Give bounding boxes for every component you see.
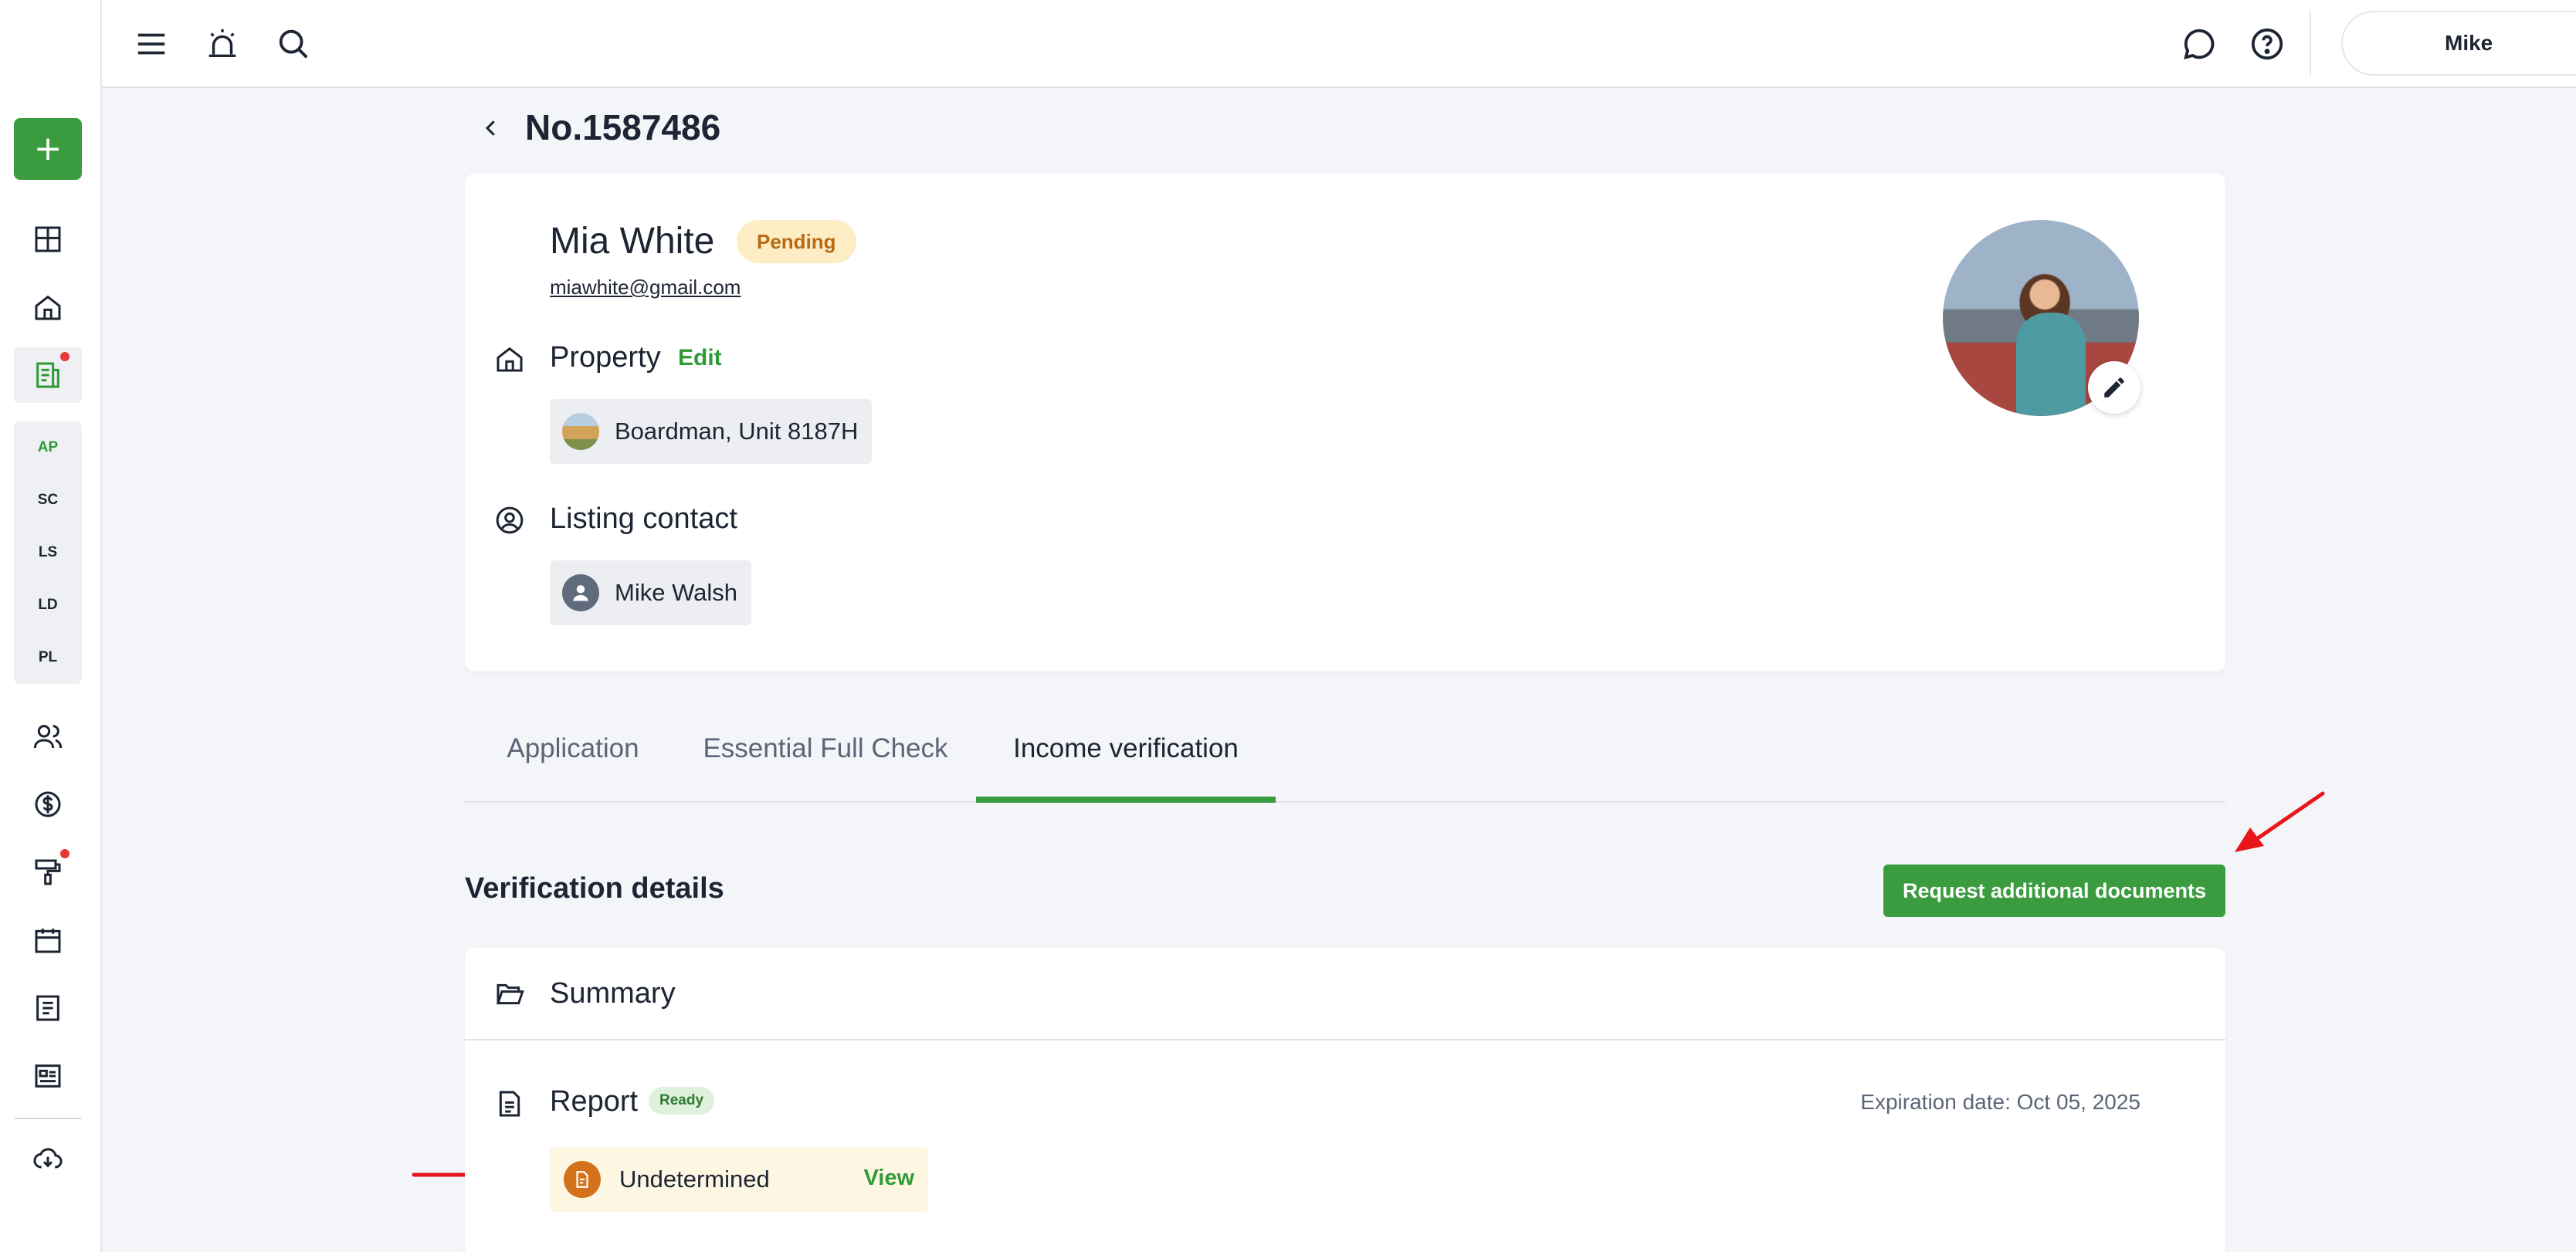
listing-contact-chip[interactable]: Mike Walsh <box>550 560 752 625</box>
tab-income-verification[interactable]: Income verification <box>976 733 1276 803</box>
help-icon <box>2251 28 2283 60</box>
sidebar-code-ld[interactable]: LD <box>14 579 82 631</box>
report-icon <box>493 1087 527 1121</box>
home-icon <box>35 295 61 320</box>
report-status-badge: Ready <box>649 1087 715 1115</box>
sidebar-item-listings[interactable] <box>14 1048 82 1104</box>
sidebar-code-sc[interactable]: SC <box>14 474 82 526</box>
property-heading: Property <box>550 341 661 374</box>
messages-button[interactable] <box>2176 21 2222 67</box>
hamburger-icon <box>137 33 165 55</box>
verification-details-title: Verification details <box>465 872 724 905</box>
tab-application[interactable]: Application <box>496 733 650 803</box>
page-title: No.1587486 <box>525 107 721 147</box>
dashboard-icon <box>35 226 61 252</box>
sidebar-item-home[interactable] <box>14 279 82 335</box>
person-icon <box>562 574 599 611</box>
sidebar: + AP SC LS LD PL <box>0 0 102 1252</box>
property-chip[interactable]: Boardman, Unit 8187H <box>550 399 873 464</box>
people-icon <box>33 725 63 749</box>
summary-card: Summary Report Ready Expiration date: Oc… <box>465 948 2225 1252</box>
property-thumbnail <box>562 413 599 450</box>
user-circle-icon <box>493 503 527 537</box>
tab-essential-full-check[interactable]: Essential Full Check <box>698 733 953 803</box>
status-badge: Pending <box>737 220 856 263</box>
user-menu[interactable]: Mike <box>2341 11 2576 76</box>
topbar: Mike <box>102 0 2576 88</box>
sidebar-item-people[interactable] <box>14 709 82 764</box>
search-button[interactable] <box>270 21 317 67</box>
sidebar-code-pl[interactable]: PL <box>14 631 82 684</box>
sidebar-item-dashboard[interactable] <box>14 211 82 267</box>
summary-title: Summary <box>550 977 676 1010</box>
add-button[interactable]: + <box>14 118 82 180</box>
document-icon <box>36 995 59 1021</box>
home-icon <box>493 342 527 376</box>
listing-contact-heading: Listing contact <box>550 502 737 535</box>
applicant-name: Mia White <box>550 221 715 262</box>
back-button[interactable] <box>474 111 508 145</box>
property-label: Boardman, Unit 8187H <box>615 418 859 445</box>
sidebar-item-applications[interactable] <box>14 347 82 403</box>
dollar-icon <box>35 791 61 817</box>
tab-bar: Application Essential Full Check Income … <box>465 710 2225 803</box>
sidebar-item-download[interactable] <box>14 1132 82 1187</box>
applicant-card: Mia White Pending miawhite@gmail.com Pro… <box>465 174 2225 672</box>
paint-roller-icon <box>35 859 61 885</box>
sidebar-code-ap[interactable]: AP <box>14 421 82 474</box>
siren-icon <box>208 29 236 58</box>
view-report-link[interactable]: View <box>863 1166 914 1191</box>
listing-card-icon <box>35 1064 61 1088</box>
edit-property-link[interactable]: Edit <box>678 345 722 371</box>
report-result-chip: Undetermined View <box>550 1147 928 1212</box>
request-documents-button[interactable]: Request additional documents <box>1883 865 2225 917</box>
user-name: Mike <box>2445 31 2493 55</box>
chevron-left-icon <box>485 120 495 136</box>
report-title: Report <box>550 1085 639 1118</box>
sidebar-item-documents[interactable] <box>14 980 82 1036</box>
summary-header: Summary <box>465 948 2225 1041</box>
help-button[interactable] <box>2244 21 2290 67</box>
sidebar-item-payments[interactable] <box>14 777 82 832</box>
applications-icon <box>36 362 59 388</box>
report-result-label: Undetermined <box>619 1166 770 1193</box>
annotation-arrow-icon <box>2235 791 2325 852</box>
sidebar-code-ls[interactable]: LS <box>14 526 82 579</box>
search-icon <box>279 29 308 59</box>
listing-contact-label: Mike Walsh <box>615 579 738 606</box>
sidebar-divider <box>14 1118 82 1119</box>
alerts-button[interactable] <box>199 21 246 67</box>
chat-bubble-icon <box>2184 29 2215 59</box>
edit-photo-button[interactable] <box>2088 361 2140 414</box>
cloud-download-icon <box>33 1148 63 1169</box>
expiration-date: Expiration date: Oct 05, 2025 <box>1860 1090 2140 1114</box>
notification-dot <box>60 849 69 858</box>
topbar-separator <box>2310 11 2311 76</box>
calendar-icon <box>35 929 61 953</box>
folder-open-icon <box>493 977 527 1011</box>
notification-dot <box>60 352 69 361</box>
applicant-email-link[interactable]: miawhite@gmail.com <box>550 276 741 299</box>
pencil-icon <box>2104 377 2124 398</box>
menu-button[interactable] <box>128 21 175 67</box>
sidebar-item-maintenance[interactable] <box>14 844 82 900</box>
document-icon <box>564 1161 601 1198</box>
sidebar-item-calendar[interactable] <box>14 912 82 968</box>
